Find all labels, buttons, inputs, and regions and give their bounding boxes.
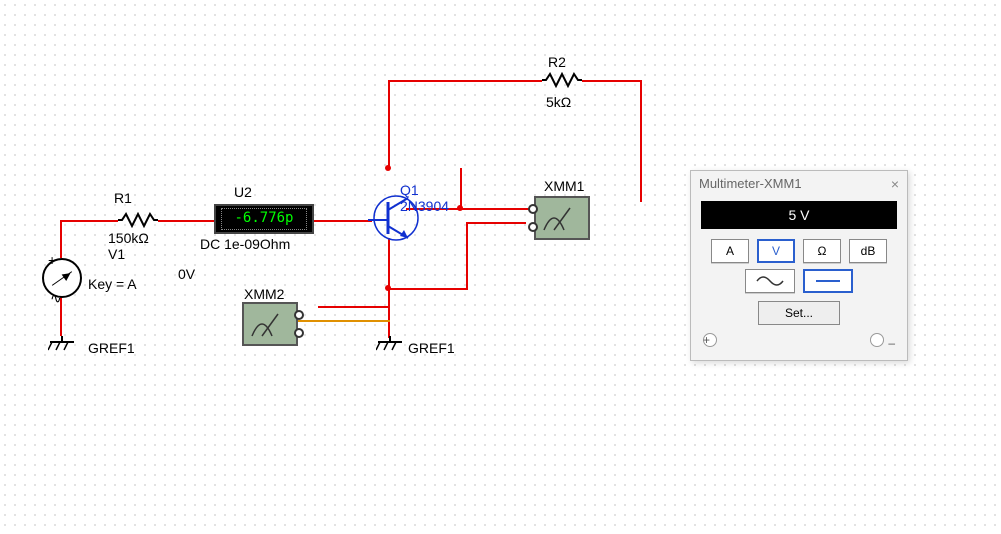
ref-R2: R2: [548, 54, 566, 70]
wire: [388, 80, 390, 168]
wire: [388, 288, 468, 290]
ref-U2: U2: [234, 184, 252, 200]
mode-dB-button[interactable]: dB: [849, 239, 887, 263]
wire: [460, 208, 520, 210]
wire: [466, 222, 526, 224]
transistor-Q1[interactable]: [368, 186, 424, 250]
wire: [466, 222, 468, 290]
multimeter-display: 5 V: [701, 201, 897, 229]
multimeter-instrument-XMM1[interactable]: [534, 196, 590, 240]
junction: [385, 165, 391, 171]
wire: [388, 238, 390, 328]
key-V1: Key = A: [88, 276, 137, 292]
pin-plus-icon: [528, 204, 538, 214]
sine-icon: ∿: [50, 290, 62, 307]
wire: [318, 306, 390, 308]
terminal-minus: –: [870, 333, 895, 350]
ground-right[interactable]: [376, 336, 404, 354]
wire: [312, 220, 372, 222]
mode-A-button[interactable]: A: [711, 239, 749, 263]
wire: [388, 80, 542, 82]
ammeter-U2[interactable]: -6.776p: [214, 204, 314, 234]
pin-plus-icon: [294, 310, 304, 320]
minus-terminal-icon: [870, 333, 884, 347]
wire: [60, 220, 62, 258]
ammeter-reading: -6.776p: [222, 209, 306, 229]
junction: [385, 285, 391, 291]
wire: [60, 220, 118, 222]
multimeter-instrument-XMM2[interactable]: [242, 302, 298, 346]
wave-dc-button[interactable]: [803, 269, 853, 293]
wire: [582, 80, 642, 82]
resistor-R2[interactable]: [542, 72, 582, 88]
window-title: Multimeter-XMM1: [699, 171, 802, 197]
wave-ac-button[interactable]: [745, 269, 795, 293]
wire: [460, 168, 462, 210]
window-titlebar[interactable]: Multimeter-XMM1 ×: [691, 171, 907, 197]
wire: [158, 220, 214, 222]
junction: [457, 205, 463, 211]
plus-icon: +: [48, 252, 56, 268]
mode-U2: DC 1e-09Ohm: [200, 236, 290, 252]
mode-V-button[interactable]: V: [757, 239, 795, 263]
set-button[interactable]: Set...: [758, 301, 840, 325]
value-R1: 150kΩ: [108, 230, 149, 246]
gref-right-label: GREF1: [408, 340, 455, 356]
wire: [640, 80, 642, 202]
terminal-plus: +: [703, 333, 717, 350]
mode-Ohm-button[interactable]: Ω: [803, 239, 841, 263]
resistor-R1[interactable]: [118, 212, 158, 228]
value-R2: 5kΩ: [546, 94, 571, 110]
ref-XMM2: XMM2: [244, 286, 284, 302]
gref-left-label: GREF1: [88, 340, 135, 356]
ground-left[interactable]: [48, 336, 76, 354]
multimeter-window[interactable]: Multimeter-XMM1 × 5 V A V Ω dB Set... + …: [690, 170, 908, 361]
pin-minus-icon: [528, 222, 538, 232]
ref-XMM1: XMM1: [544, 178, 584, 194]
wire: [298, 320, 390, 322]
pin-minus-icon: [294, 328, 304, 338]
close-icon[interactable]: ×: [891, 171, 899, 197]
ref-V1: V1: [108, 246, 125, 262]
schematic-canvas[interactable]: R1 150kΩ R2 5kΩ V1 + ∿ Key = A 0V U2 -6.…: [0, 0, 1001, 534]
ref-R1: R1: [114, 190, 132, 206]
volt-V1: 0V: [178, 266, 195, 282]
